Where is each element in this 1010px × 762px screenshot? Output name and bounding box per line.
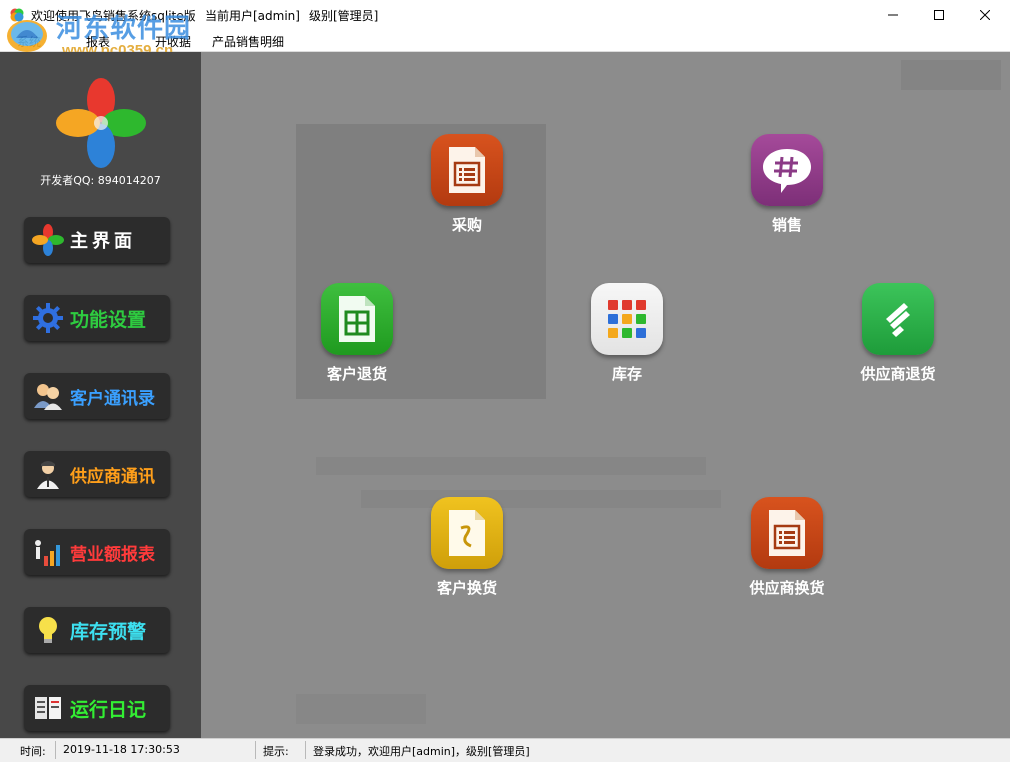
log-book-icon <box>35 697 61 719</box>
tile-purchase[interactable]: 采购 <box>387 134 547 235</box>
nav-customer-contacts[interactable]: 客户通讯录 <box>24 373 170 419</box>
nav-supplier-contacts[interactable]: 供应商通讯 <box>24 451 170 497</box>
maximize-button[interactable] <box>916 0 962 30</box>
menu-report[interactable]: 报表 <box>86 33 110 50</box>
tile-supplier-exchange-label: 供应商换货 <box>749 579 825 597</box>
current-user-label: 当前用户[admin] <box>205 9 300 23</box>
tile-purchase-label: 采购 <box>451 216 482 234</box>
hint-label: 提示: <box>263 745 289 758</box>
clover-icon <box>32 224 64 256</box>
nav-main-label: 主界面 <box>70 231 136 252</box>
time-value: 2019-11-18 17:30:53 <box>63 743 180 756</box>
background-button <box>901 60 1001 90</box>
tile-sales[interactable]: 销售 <box>707 134 867 235</box>
title-bar: 欢迎使用飞鸟销售系统sqlite版 当前用户[admin] 级别[管理员] <box>0 0 1010 31</box>
nav-supplier-contacts-label: 供应商通讯 <box>70 466 155 487</box>
maximize-icon <box>934 10 944 20</box>
status-separator <box>305 741 306 759</box>
tile-customer-exchange-label: 客户换货 <box>436 579 497 597</box>
clover-logo <box>56 78 146 168</box>
revenue-report-icon <box>35 540 60 566</box>
nav-settings-label: 功能设置 <box>70 308 147 331</box>
nav-main[interactable]: 主界面 <box>24 217 170 263</box>
menu-system[interactable]: 系统 <box>17 33 41 50</box>
minimize-icon <box>888 14 898 16</box>
sidebar: 开发者QQ: 894014207 主界面 功能设置 客户通讯录 供应商通讯 营业… <box>0 52 201 738</box>
nav-customer-contacts-label: 客户通讯录 <box>70 388 155 409</box>
supplier-exchange-icon <box>751 497 823 569</box>
tile-supplier-return-label: 供应商退货 <box>860 365 936 383</box>
menu-product-sales-detail[interactable]: 产品销售明细 <box>212 33 284 50</box>
status-separator <box>255 741 256 759</box>
tile-customer-return[interactable]: 客户退货 <box>277 283 437 384</box>
sales-icon <box>751 134 823 206</box>
nav-settings[interactable]: 功能设置 <box>24 295 170 341</box>
status-separator <box>55 741 56 759</box>
developer-qq: 开发者QQ: 894014207 <box>40 174 161 187</box>
bulb-icon <box>39 617 57 643</box>
tile-customer-return-label: 客户退货 <box>326 365 387 383</box>
customer-exchange-icon <box>431 497 503 569</box>
supplier-return-icon <box>862 283 934 355</box>
close-icon <box>980 10 990 20</box>
tile-inventory[interactable]: 库存 <box>547 283 707 384</box>
supplier-icon <box>37 461 59 489</box>
status-bar: 时间: 2019-11-18 17:30:53 提示: 登录成功，欢迎用户[ad… <box>0 738 1010 762</box>
user-level-label: 级别[管理员] <box>309 9 379 23</box>
tile-customer-exchange[interactable]: 客户换货 <box>387 497 547 598</box>
nav-run-log-label: 运行日记 <box>70 698 147 721</box>
background-box <box>296 694 426 724</box>
menu-receipt[interactable]: 开收据 <box>155 33 191 50</box>
nav-revenue-report-label: 营业额报表 <box>70 544 155 565</box>
tile-supplier-return[interactable]: 供应商退货 <box>818 283 978 384</box>
inventory-icon <box>591 283 663 355</box>
purchase-icon <box>431 134 503 206</box>
tile-inventory-label: 库存 <box>611 365 642 383</box>
nav-run-log[interactable]: 运行日记 <box>24 685 170 731</box>
main-panel: 采购 销售 客户退货 库存 供应商退货 客户换货 供应商换货 <box>201 52 1010 738</box>
window-title: 欢迎使用飞鸟销售系统sqlite版 <box>31 9 196 23</box>
background-line <box>316 457 706 475</box>
time-label: 时间: <box>20 745 46 758</box>
hint-value: 登录成功，欢迎用户[admin]，级别[管理员] <box>313 745 530 758</box>
contacts-icon <box>34 384 62 410</box>
app-icon <box>10 8 24 22</box>
nav-revenue-report[interactable]: 营业额报表 <box>24 529 170 575</box>
menu-bar: 系统 报表 开收据 产品销售明细 <box>0 30 1010 52</box>
nav-stock-warning-label: 库存预警 <box>70 620 147 643</box>
tile-sales-label: 销售 <box>771 216 802 234</box>
customer-return-icon <box>321 283 393 355</box>
minimize-button[interactable] <box>870 0 916 30</box>
nav-stock-warning[interactable]: 库存预警 <box>24 607 170 653</box>
close-button[interactable] <box>962 0 1008 30</box>
tile-supplier-exchange[interactable]: 供应商换货 <box>707 497 867 598</box>
gear-icon <box>33 303 63 333</box>
